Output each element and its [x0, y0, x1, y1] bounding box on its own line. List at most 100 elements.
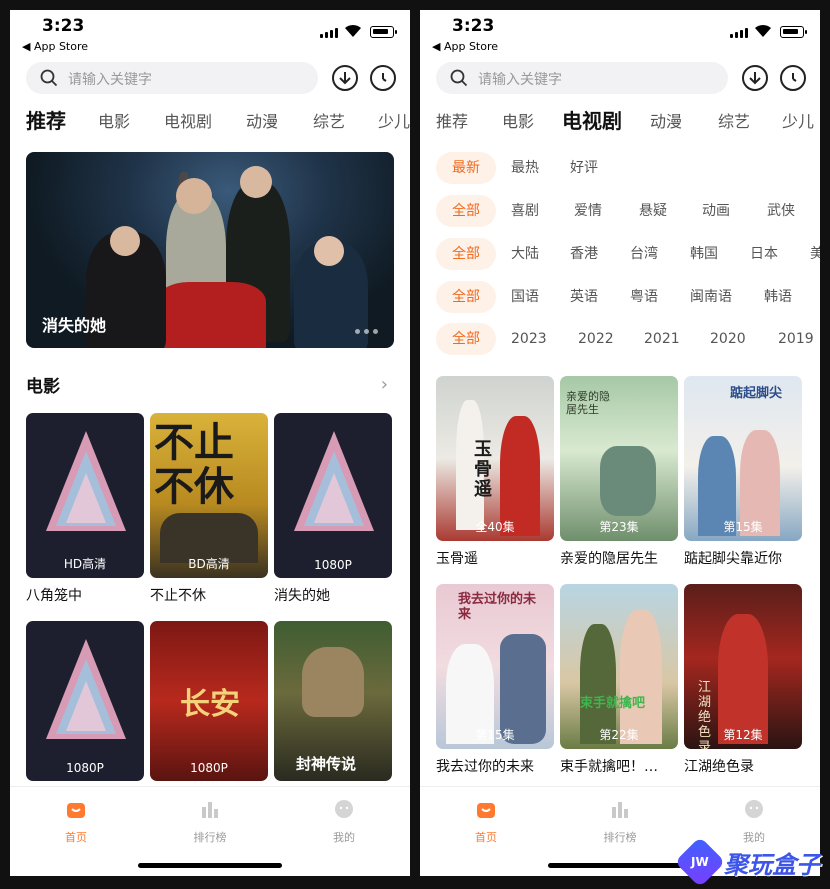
- poster-figure: [600, 446, 656, 516]
- poster-text: 玉骨遥: [474, 440, 494, 500]
- movie-card[interactable]: 不止不休 BD高清: [150, 413, 268, 578]
- tab-kids[interactable]: 少儿: [378, 108, 410, 132]
- filter-chip[interactable]: 2019: [778, 323, 814, 355]
- history-button[interactable]: [780, 65, 806, 91]
- nav-home[interactable]: 首页: [446, 799, 526, 845]
- show-title[interactable]: 踮起脚尖靠近你: [684, 548, 804, 568]
- filter-chip-selected[interactable]: 全部: [436, 281, 496, 313]
- filter-chip[interactable]: 2020: [710, 323, 746, 355]
- filter-chip-selected[interactable]: 最新: [436, 152, 496, 184]
- filter-chip[interactable]: 喜剧: [511, 195, 539, 227]
- filter-chip-selected[interactable]: 全部: [436, 195, 496, 227]
- filter-chip[interactable]: 大陆: [511, 238, 539, 270]
- search-input[interactable]: 请输入关键字: [26, 62, 318, 94]
- tab-recommend[interactable]: 推荐: [26, 105, 66, 134]
- nav-mine[interactable]: 我的: [304, 799, 384, 845]
- filter-chip[interactable]: 粤语: [630, 281, 658, 313]
- show-card[interactable]: 玉骨遥 全40集: [436, 376, 554, 541]
- filter-chip[interactable]: 台湾: [630, 238, 658, 270]
- battery-icon: [780, 26, 804, 38]
- filter-row-year: 全部 2023 2022 2021 2020 2019: [436, 323, 820, 355]
- search-input[interactable]: 请输入关键字: [436, 62, 728, 94]
- filter-chip[interactable]: 韩语: [764, 281, 792, 313]
- filter-chip[interactable]: 闽南语: [690, 281, 732, 313]
- episode-badge: 第23集: [560, 518, 678, 535]
- filter-chip[interactable]: 好评: [570, 152, 598, 184]
- download-button[interactable]: [332, 65, 358, 91]
- tab-anime[interactable]: 动漫: [246, 108, 278, 132]
- movie-card[interactable]: HD高清: [26, 413, 144, 578]
- movie-title[interactable]: 不止不休: [150, 585, 270, 605]
- tab-variety[interactable]: 综艺: [313, 108, 345, 132]
- show-title[interactable]: 玉骨遥: [436, 548, 556, 568]
- movie-card[interactable]: 长安 1080P: [150, 621, 268, 781]
- nav-rank[interactable]: 排行榜: [580, 799, 660, 845]
- movie-title[interactable]: 消失的她: [274, 585, 394, 605]
- filter-chip-selected[interactable]: 全部: [436, 238, 496, 270]
- search-placeholder: 请输入关键字: [68, 69, 152, 89]
- nav-home[interactable]: 首页: [36, 799, 116, 845]
- nav-mine-label: 我的: [714, 829, 794, 845]
- poster-text: 封神传说: [296, 753, 356, 774]
- tab-recommend[interactable]: 推荐: [436, 108, 468, 132]
- tab-variety[interactable]: 综艺: [718, 108, 750, 132]
- filter-chip[interactable]: 美: [810, 238, 820, 270]
- filter-chip[interactable]: 香港: [570, 238, 598, 270]
- movie-card[interactable]: 封神传说: [274, 621, 392, 781]
- movie-card[interactable]: 1080P: [26, 621, 144, 781]
- filter-chip[interactable]: 最热: [511, 152, 539, 184]
- show-title[interactable]: 束手就擒吧！…: [560, 756, 680, 776]
- show-card[interactable]: 束手就擒吧 第22集: [560, 584, 678, 749]
- poster-figure: [718, 614, 768, 744]
- filter-chip[interactable]: 悬疑: [639, 195, 667, 227]
- banner-face: [176, 178, 212, 214]
- home-icon: [66, 799, 86, 819]
- poster-text: 我去过你的未来: [458, 592, 548, 622]
- watermark-text: 聚玩盒子: [724, 845, 820, 880]
- show-title[interactable]: 我去过你的未来: [436, 756, 556, 776]
- episode-badge: 全40集: [436, 518, 554, 535]
- filter-chip[interactable]: 武侠: [767, 195, 795, 227]
- tab-movies[interactable]: 电影: [502, 108, 534, 132]
- filter-row-sort: 最新 最热 好评: [436, 152, 820, 184]
- filter-chip[interactable]: 韩国: [690, 238, 718, 270]
- show-card[interactable]: 我去过你的未来 第15集: [436, 584, 554, 749]
- back-to-app-store[interactable]: ◀ App Store: [432, 40, 498, 53]
- episode-badge: 第22集: [560, 726, 678, 743]
- movie-title[interactable]: 八角笼中: [26, 585, 146, 605]
- quality-badge: 1080P: [150, 761, 268, 775]
- filter-chip[interactable]: 动画: [702, 195, 730, 227]
- filter-chip[interactable]: 国语: [511, 281, 539, 313]
- download-button[interactable]: [742, 65, 768, 91]
- filter-chip[interactable]: 2021: [644, 323, 680, 355]
- featured-banner[interactable]: 消失的她: [26, 152, 394, 348]
- tab-anime[interactable]: 动漫: [650, 108, 682, 132]
- filter-chip[interactable]: 2023: [511, 323, 547, 355]
- filter-chip[interactable]: 英语: [570, 281, 598, 313]
- nav-home-label: 首页: [36, 829, 116, 845]
- filter-chip-selected[interactable]: 全部: [436, 323, 496, 355]
- signal-icon: [320, 28, 338, 38]
- show-card[interactable]: 踮起脚尖 第15集: [684, 376, 802, 541]
- home-indicator: [138, 863, 282, 868]
- back-to-app-store[interactable]: ◀ App Store: [22, 40, 88, 53]
- history-button[interactable]: [370, 65, 396, 91]
- tab-tv-series[interactable]: 电视剧: [164, 108, 212, 132]
- movie-card[interactable]: 1080P: [274, 413, 392, 578]
- banner-red-cloth: [156, 282, 266, 348]
- watermark-logo-text: JW: [691, 844, 709, 880]
- nav-rank[interactable]: 排行榜: [170, 799, 250, 845]
- filter-chip[interactable]: 爱情: [574, 195, 602, 227]
- filter-chip[interactable]: 日本: [750, 238, 778, 270]
- show-title[interactable]: 亲爱的隐居先生: [560, 548, 680, 568]
- tab-kids[interactable]: 少儿: [782, 108, 814, 132]
- show-card[interactable]: 江湖绝色录 第12集: [684, 584, 802, 749]
- tab-movies[interactable]: 电影: [98, 108, 130, 132]
- watermark-logo: JW: [675, 837, 726, 888]
- chevron-right-icon[interactable]: ›: [381, 374, 388, 395]
- show-title[interactable]: 江湖绝色录: [684, 756, 804, 776]
- nav-mine[interactable]: 我的: [714, 799, 794, 845]
- filter-chip[interactable]: 2022: [578, 323, 614, 355]
- show-card[interactable]: 亲爱的隐居先生 第23集: [560, 376, 678, 541]
- tab-tv-series[interactable]: 电视剧: [562, 105, 622, 134]
